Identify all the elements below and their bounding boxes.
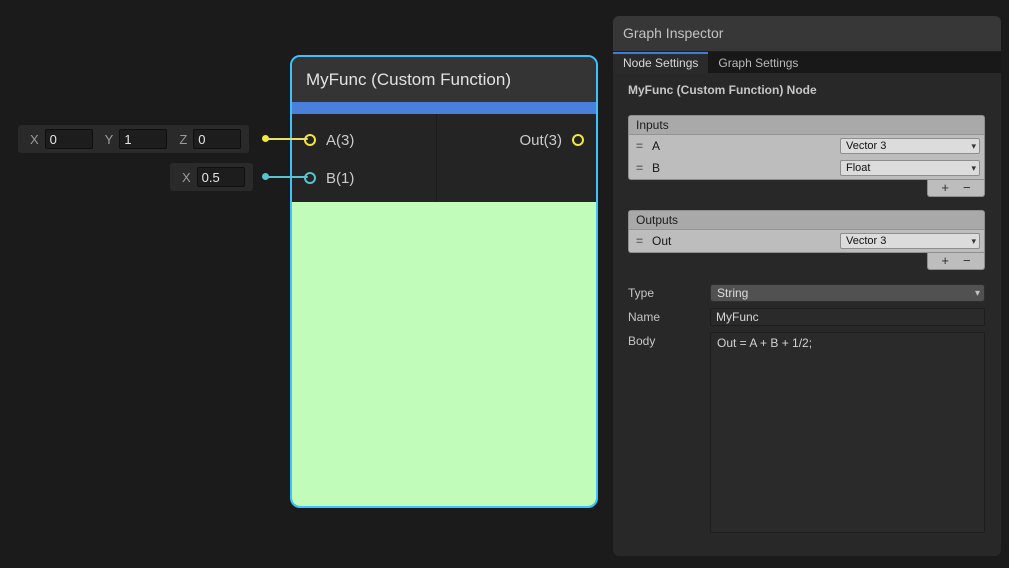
chevron-down-icon: ▾ (971, 139, 976, 153)
field-label-x: X (182, 170, 191, 185)
name-label: Name (628, 308, 710, 326)
inputs-list-footer: + − (628, 180, 985, 197)
inspector-body: MyFunc (Custom Function) Node Inputs = A… (613, 73, 1001, 533)
vector3-field-x: X (30, 129, 105, 149)
remove-input-button[interactable]: − (963, 181, 971, 195)
inputs-row-a[interactable]: = A Vector 3 ▾ (629, 135, 984, 157)
node-accent-bar (292, 102, 596, 114)
drag-handle-icon[interactable]: = (636, 139, 652, 153)
tab-graph-settings[interactable]: Graph Settings (708, 52, 808, 73)
body-textarea[interactable]: Out = A + B + 1/2; (710, 332, 985, 533)
float-x-input[interactable] (197, 167, 245, 187)
output-out-name: Out (652, 234, 671, 248)
outputs-list: Outputs = Out Vector 3 ▾ (628, 210, 985, 253)
inspector-tab-bar: Node Settings Graph Settings (613, 52, 1001, 73)
inputs-row-b[interactable]: = B Float ▾ (629, 157, 984, 179)
field-label-z: Z (179, 132, 187, 147)
edge-b-wire[interactable] (266, 176, 308, 178)
body-row: Body Out = A + B + 1/2; (628, 332, 985, 533)
input-b-name: B (652, 161, 660, 175)
node-heading: MyFunc (Custom Function) Node (628, 83, 985, 97)
node-port-area: A(3) B(1) Out(3) (292, 114, 596, 202)
outputs-row-out[interactable]: = Out Vector 3 ▾ (629, 230, 984, 252)
name-row: Name (628, 308, 985, 326)
add-input-button[interactable]: + (941, 181, 949, 195)
input-a-type-dropdown[interactable]: Vector 3 ▾ (840, 138, 980, 154)
port-out-circle[interactable] (572, 134, 584, 146)
input-port-a[interactable]: A(3) (292, 121, 436, 159)
graph-inspector-panel: Graph Inspector Node Settings Graph Sett… (613, 16, 1001, 556)
node-title: MyFunc (Custom Function) (292, 57, 596, 102)
float-port-input-widget: X (170, 163, 253, 191)
edge-a-wire[interactable] (266, 138, 308, 140)
chevron-down-icon: ▾ (975, 286, 980, 302)
node-preview (292, 202, 596, 506)
input-port-b[interactable]: B(1) (292, 159, 436, 197)
port-b-label: B(1) (326, 170, 354, 187)
vector3-x-input[interactable] (45, 129, 93, 149)
chevron-down-icon: ▾ (971, 234, 976, 248)
inputs-list: Inputs = A Vector 3 ▾ = B Float ▾ (628, 115, 985, 180)
input-port-column: A(3) B(1) (292, 114, 437, 202)
field-label-y: Y (105, 132, 114, 147)
input-a-name: A (652, 139, 660, 153)
vector3-port-input-widget: X Y Z (18, 125, 249, 153)
drag-handle-icon[interactable]: = (636, 234, 652, 248)
chevron-down-icon: ▾ (971, 161, 976, 175)
field-label-x: X (30, 132, 39, 147)
input-a-type-value: Vector 3 (846, 140, 886, 152)
output-out-type-value: Vector 3 (846, 235, 886, 247)
inspector-title: Graph Inspector (613, 16, 1001, 52)
vector3-z-input[interactable] (193, 129, 241, 149)
output-out-type-dropdown[interactable]: Vector 3 ▾ (840, 233, 980, 249)
input-b-type-value: Float (846, 162, 870, 174)
port-a-label: A(3) (326, 132, 354, 149)
remove-output-button[interactable]: − (963, 254, 971, 268)
vector3-field-z: Z (179, 129, 241, 149)
tab-node-settings[interactable]: Node Settings (613, 52, 708, 73)
vector3-field-y: Y (105, 129, 180, 149)
float-field-x: X (182, 167, 245, 187)
type-row: Type String ▾ (628, 284, 985, 302)
type-value: String (717, 286, 748, 300)
inputs-list-header: Inputs (629, 116, 984, 135)
outputs-list-footer: + − (628, 253, 985, 270)
type-label: Type (628, 284, 710, 302)
input-b-type-dropdown[interactable]: Float ▾ (840, 160, 980, 176)
port-out-label: Out(3) (519, 132, 562, 149)
name-input[interactable] (710, 308, 985, 326)
custom-function-node[interactable]: MyFunc (Custom Function) A(3) B(1) Out(3… (290, 55, 598, 508)
type-dropdown[interactable]: String ▾ (710, 284, 985, 302)
body-label: Body (628, 332, 710, 350)
output-port-out[interactable]: Out(3) (437, 121, 596, 159)
drag-handle-icon[interactable]: = (636, 161, 652, 175)
port-a-circle[interactable] (304, 134, 316, 146)
port-b-circle[interactable] (304, 172, 316, 184)
vector3-y-input[interactable] (119, 129, 167, 149)
add-output-button[interactable]: + (941, 254, 949, 268)
outputs-list-header: Outputs (629, 211, 984, 230)
output-port-column: Out(3) (437, 114, 596, 202)
